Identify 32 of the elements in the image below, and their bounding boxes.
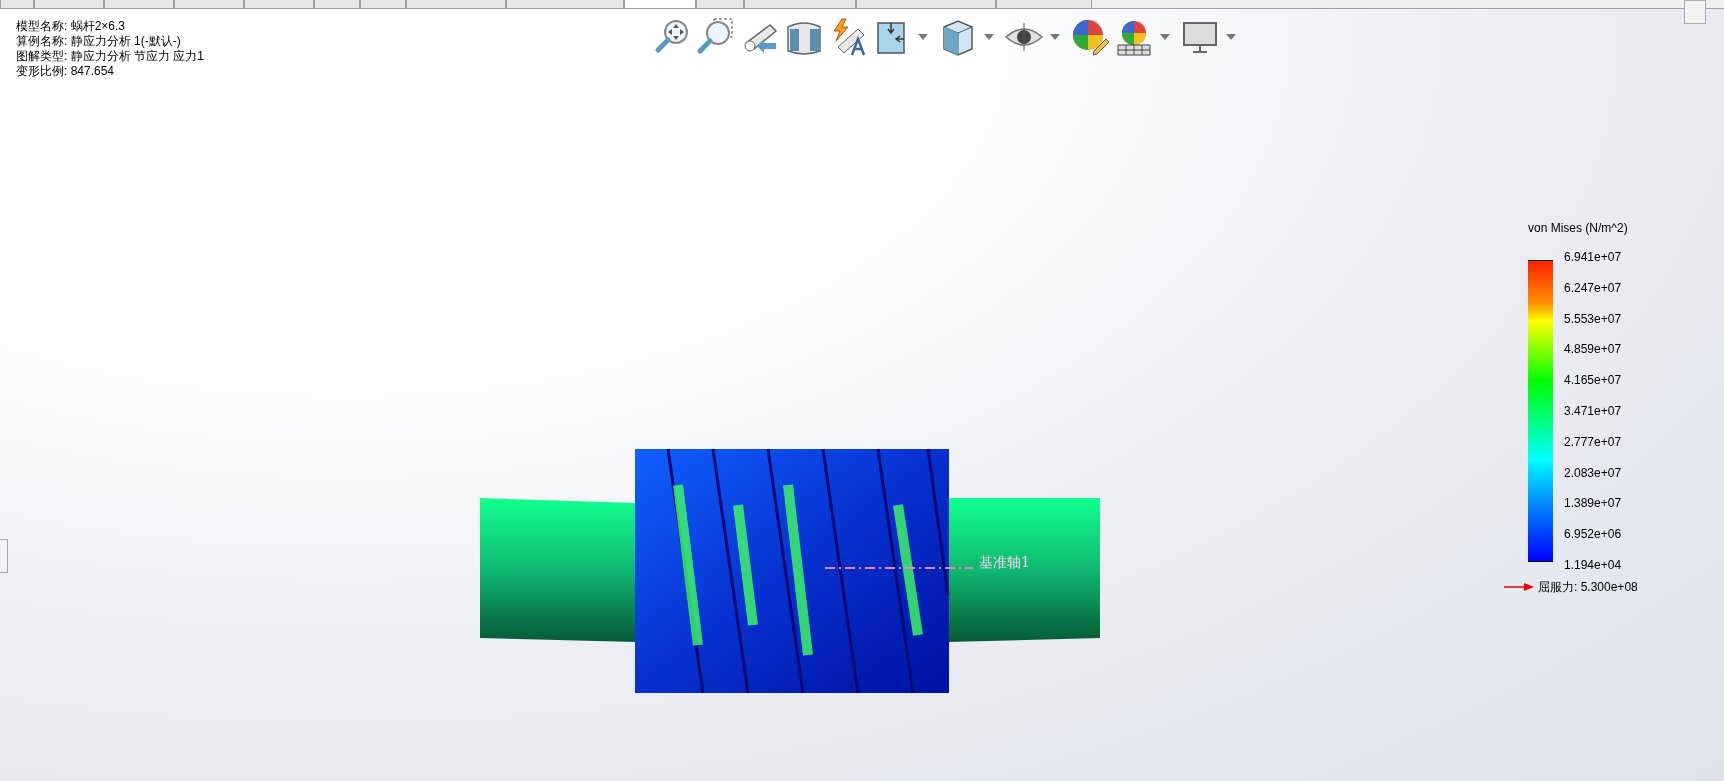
study-info-line: 算例名称: 静应力分析 1(-默认-) (16, 34, 182, 49)
legend-value: 4.165e+07 (1564, 372, 1622, 390)
axis-label: 基准轴1 (979, 553, 1030, 572)
ribbon-tab[interactable] (360, 0, 406, 8)
yield-strength-label: 屈服力: 5.300e+08 (1538, 579, 1638, 596)
legend-value: 2.083e+07 (1564, 464, 1622, 482)
panel-toggle[interactable] (1684, 0, 1706, 24)
color-ball-pencil-button[interactable] (1070, 17, 1110, 57)
ribbon-tab[interactable] (314, 0, 360, 8)
legend-value: 1.194e+04 (1564, 556, 1622, 574)
ribbon-tab[interactable] (244, 0, 314, 8)
legend-value: 4.859e+07 (1564, 341, 1622, 359)
arrow-icon (1504, 582, 1534, 592)
legend-value: 3.471e+07 (1564, 403, 1622, 420)
legend-value: 2.777e+07 (1564, 433, 1622, 451)
ribbon-tab[interactable] (104, 0, 174, 8)
study-info-line: 图解类型: 静应力分析 节应力 应力1 (16, 49, 204, 64)
legend-title: von Mises (N/m^2) (1528, 220, 1628, 237)
legend-value: 1.389e+07 (1564, 495, 1622, 513)
ribbon-tab[interactable] (624, 0, 696, 8)
study-info-line: 变形比例: 847.654 (16, 64, 116, 79)
legend-value: 6.952e+06 (1564, 526, 1622, 544)
ribbon-tab[interactable] (174, 0, 244, 8)
legend-value: 6.941e+07 (1564, 249, 1622, 266)
zoom-area-button[interactable] (696, 17, 736, 57)
legend-value: 6.247e+07 (1564, 279, 1622, 297)
study-info-line: 模型名称: 蜗杆2×6.3 (16, 19, 127, 34)
ribbon-tab[interactable] (0, 0, 34, 8)
panel-handle[interactable] (0, 539, 8, 573)
legend-value: 5.553e+07 (1564, 310, 1622, 328)
ribbon-tab[interactable] (696, 0, 744, 8)
ribbon-tab[interactable] (34, 0, 104, 8)
